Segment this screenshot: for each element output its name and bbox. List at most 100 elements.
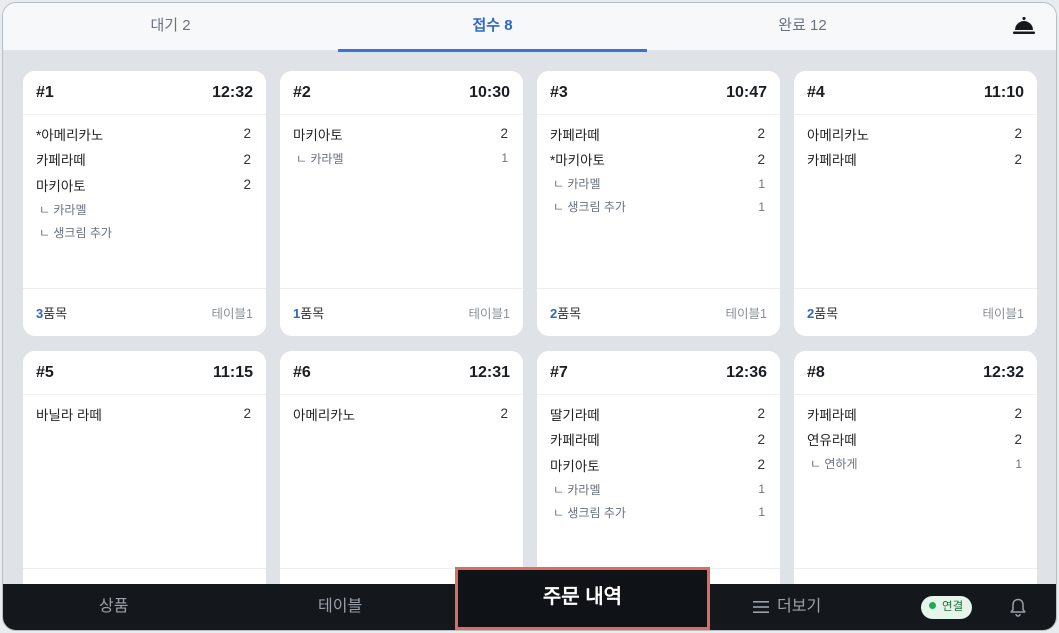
order-card-footer: 1품목 테이블1 xyxy=(280,288,523,336)
item-name: 카페라떼 xyxy=(550,127,600,143)
item-name: *아메리카노 xyxy=(36,127,104,143)
item-name: 카페라떼 xyxy=(550,433,600,449)
connection-status-badge[interactable]: 연결 xyxy=(921,596,973,619)
service-bell-icon[interactable] xyxy=(1012,15,1036,37)
option-name: ㄴ 카라멜 xyxy=(553,177,601,191)
item-name: 연유라떼 xyxy=(807,433,857,449)
order-card-header: #3 10:47 xyxy=(537,71,780,115)
order-time: 12:31 xyxy=(469,363,510,381)
order-card-footer: 2품목 테이블1 xyxy=(537,288,780,336)
item-quantity: 1 xyxy=(758,199,765,214)
item-name: 마키아토 xyxy=(550,458,600,474)
order-card-header: #8 12:32 xyxy=(794,351,1037,395)
tab-completed[interactable]: 완료 12 xyxy=(647,3,958,51)
item-count-unit: 품목 xyxy=(557,306,582,321)
item-quantity: 2 xyxy=(757,151,765,167)
order-item-row: 카페라떼 2 xyxy=(36,147,253,173)
table-label: 테이블1 xyxy=(982,307,1024,321)
order-item-row: 마키아토 2 xyxy=(36,172,253,198)
order-item-row: 카페라떼 2 xyxy=(807,147,1024,173)
order-card-header: #2 10:30 xyxy=(280,71,523,115)
order-time: 10:30 xyxy=(469,83,510,101)
order-time: 10:47 xyxy=(726,83,767,101)
order-time: 11:10 xyxy=(983,83,1024,101)
order-number: #3 xyxy=(550,83,568,101)
item-quantity: 1 xyxy=(501,151,508,165)
bell-icon[interactable] xyxy=(1008,597,1028,617)
item-quantity: 1 xyxy=(1015,456,1022,471)
order-number: #1 xyxy=(36,83,54,101)
order-item-row: 카페라떼 2 xyxy=(550,121,767,147)
item-count: 2품목 xyxy=(807,303,838,322)
table-label: 테이블1 xyxy=(468,307,510,321)
order-card[interactable]: #1 12:32 *아메리카노 2 카페라떼 2 마키아토 2 ㄴ 카라멜 ㄴ 생크림 추가 3품목… xyxy=(23,71,266,336)
order-option-row: ㄴ 생크림 추가 1 xyxy=(550,195,767,218)
item-name: 아메리카노 xyxy=(807,127,870,143)
nav-orders[interactable]: 주문 내역 xyxy=(455,567,710,630)
option-name: ㄴ 생크림 추가 xyxy=(553,505,626,520)
order-option-row: ㄴ 생크림 추가 1 xyxy=(550,501,767,524)
status-dot-icon xyxy=(929,602,936,609)
tab-accepted[interactable]: 접수 8 xyxy=(338,3,647,52)
item-quantity: 1 xyxy=(758,176,765,191)
order-item-row: *아메리카노 2 xyxy=(36,121,253,147)
order-items: *아메리카노 2 카페라떼 2 마키아토 2 ㄴ 카라멜 ㄴ 생크림 추가 xyxy=(36,121,253,244)
option-name: ㄴ 카라멜 xyxy=(39,202,87,217)
order-item-row: 딸기라떼 2 xyxy=(550,401,767,427)
order-items: 카페라떼 2 *마키아토 2 ㄴ 카라멜 1 ㄴ 생크림 추가 1 xyxy=(550,121,767,218)
option-name: ㄴ 카라멜 xyxy=(553,482,601,497)
order-card[interactable]: #3 10:47 카페라떼 2 *마키아토 2 ㄴ 카라멜 1 ㄴ 생크림 추가 1 2품목 테이블1 xyxy=(537,71,780,336)
order-item-row: 연유라떼 2 xyxy=(807,427,1024,453)
order-card-header: #1 12:32 xyxy=(23,71,266,115)
table-label: 테이블1 xyxy=(725,307,767,321)
menu-icon xyxy=(753,600,769,613)
option-name: ㄴ 생크림 추가 xyxy=(553,200,626,214)
order-items: 마키아토 2 ㄴ 카라멜 1 xyxy=(293,121,510,170)
nav-products[interactable]: 상품 xyxy=(99,584,128,630)
item-quantity: 2 xyxy=(757,406,765,422)
item-name: 카페라떼 xyxy=(36,153,86,169)
nav-more[interactable]: 더보기 xyxy=(753,584,821,630)
option-name: ㄴ 카라멜 xyxy=(296,151,344,166)
order-time: 12:32 xyxy=(983,363,1024,381)
item-quantity: 2 xyxy=(1014,126,1022,142)
tab-waiting[interactable]: 대기 2 xyxy=(3,3,338,51)
order-time: 12:32 xyxy=(212,83,253,101)
app-frame: 대기 2 접수 8 완료 12 #1 12:32 *아메리카노 2 카페라떼 2 마키아토 2… xyxy=(2,2,1057,631)
option-name: ㄴ 생크림 추가 xyxy=(39,225,112,240)
item-count: 1품목 xyxy=(293,303,324,322)
order-item-row: 아메리카노 2 xyxy=(293,401,510,427)
item-count-unit: 품목 xyxy=(300,306,325,321)
order-item-row: 카페라떼 2 xyxy=(550,427,767,453)
nav-more-label: 더보기 xyxy=(777,598,822,615)
order-card[interactable]: #8 12:32 카페라떼 2 연유라떼 2 ㄴ 연하게 1 xyxy=(794,351,1037,616)
order-card-header: #4 11:10 xyxy=(794,71,1037,115)
order-option-row: ㄴ 연하게 1 xyxy=(807,452,1024,475)
item-name: 마키아토 xyxy=(36,178,86,194)
order-items: 아메리카노 2 xyxy=(293,401,510,427)
order-number: #8 xyxy=(807,363,825,381)
order-card-header: #6 12:31 xyxy=(280,351,523,395)
order-option-row: ㄴ 카라멜 xyxy=(36,198,253,221)
order-card[interactable]: #5 11:15 바닐라 라떼 2 xyxy=(23,351,266,616)
item-count-unit: 품목 xyxy=(43,306,68,321)
item-name: 카페라떼 xyxy=(807,407,857,423)
nav-tables[interactable]: 테이블 xyxy=(318,584,362,630)
order-card-footer: 3품목 테이블1 xyxy=(23,288,266,336)
order-item-row: 아메리카노 2 xyxy=(807,121,1024,147)
order-items: 딸기라떼 2 카페라떼 2 마키아토 2 ㄴ 카라멜 1 ㄴ 생크림 추가 1 xyxy=(550,401,767,524)
order-item-row: 마키아토 2 xyxy=(293,121,510,147)
item-quantity: 2 xyxy=(1014,406,1022,422)
item-quantity: 2 xyxy=(500,406,508,422)
item-quantity: 2 xyxy=(500,126,508,142)
order-item-row: *마키아토 2 xyxy=(550,147,767,173)
item-quantity: 2 xyxy=(1014,151,1022,167)
order-item-row: 마키아토 2 xyxy=(550,452,767,478)
order-card[interactable]: #2 10:30 마키아토 2 ㄴ 카라멜 1 1품목 테이블1 xyxy=(280,71,523,336)
order-time: 12:36 xyxy=(726,363,767,381)
bottom-nav: 상품 테이블 주문 내역 더보기 연결 xyxy=(3,567,1056,630)
table-label: 테이블1 xyxy=(211,307,253,321)
item-count: 3품목 xyxy=(36,303,67,322)
order-card[interactable]: #4 11:10 아메리카노 2 카페라떼 2 2품목 테이블1 xyxy=(794,71,1037,336)
item-quantity: 2 xyxy=(757,126,765,142)
